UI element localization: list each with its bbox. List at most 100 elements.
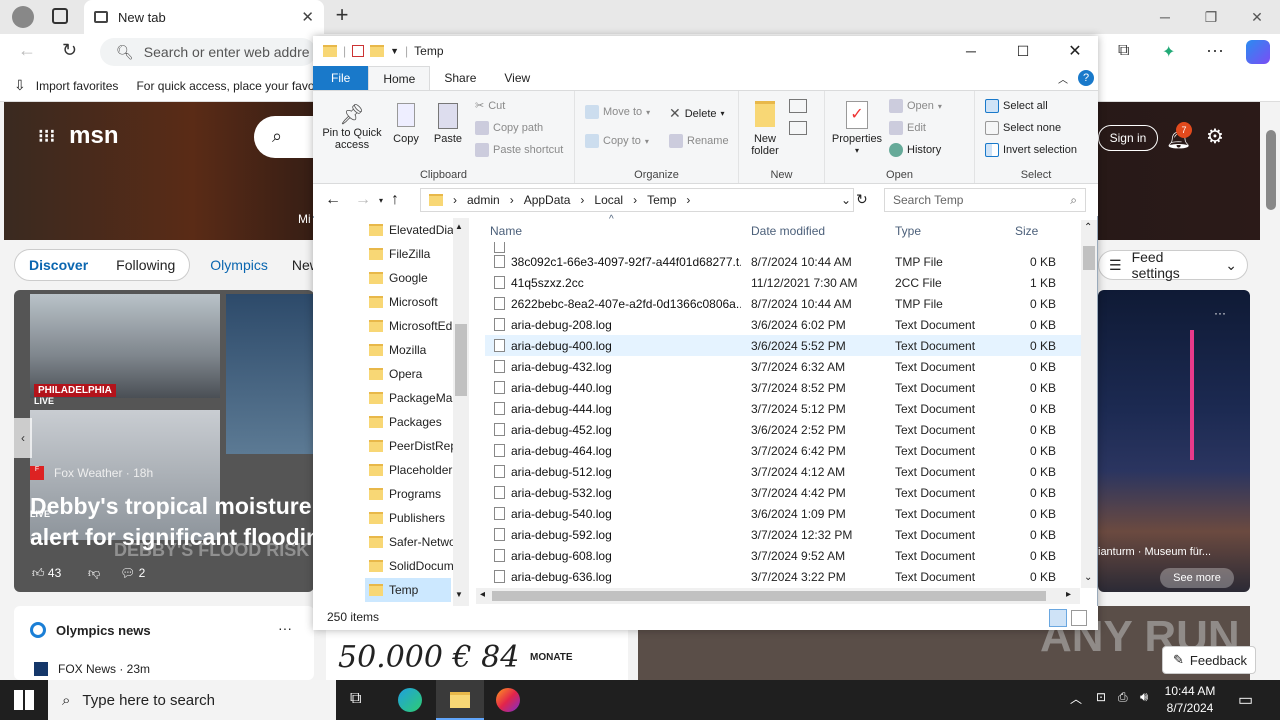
task-view-icon[interactable]: ⧉ xyxy=(350,690,361,708)
table-row[interactable]: aria-debug-452.log 3/6/2024 2:52 PM Text D… xyxy=(485,419,1081,440)
details-view-icon[interactable] xyxy=(1049,609,1067,627)
paste-shortcut-button[interactable]: Paste shortcut xyxy=(475,143,563,157)
profile-icon[interactable] xyxy=(12,6,34,28)
minimize-browser-button[interactable]: ─ xyxy=(1142,4,1188,30)
prev-arrow-icon[interactable]: ‹ xyxy=(14,418,32,458)
scroll-left-icon[interactable]: ◂ xyxy=(480,589,485,600)
column-date-modified[interactable]: Date modified xyxy=(751,224,825,238)
table-row[interactable]: aria-debug-532.log 3/7/2024 4:42 PM Text D… xyxy=(485,482,1081,503)
move-to-button[interactable]: Move to ▾ xyxy=(585,105,650,119)
tree-item[interactable]: Mozilla xyxy=(369,338,455,362)
large-icons-view-icon[interactable] xyxy=(1071,610,1087,626)
table-row[interactable]: 41q5szxz.2cc 11/12/2021 7:30 AM 2CC File 1 … xyxy=(485,272,1081,293)
history-button[interactable]: History xyxy=(889,143,941,157)
import-favorites-link[interactable]: Import favorites xyxy=(36,79,119,93)
scroll-right-icon[interactable]: ▸ xyxy=(1066,589,1071,600)
notifications-icon[interactable]: ▭ xyxy=(1238,690,1253,710)
taskbar-search[interactable]: ⌕ Type here to search xyxy=(48,680,336,720)
tree-item[interactable]: Google xyxy=(369,266,455,290)
table-row[interactable]: aria-debug-464.log 3/7/2024 6:42 PM Text D… xyxy=(485,440,1081,461)
table-row[interactable]: aria-debug-540.log 3/6/2024 1:09 PM Text D… xyxy=(485,503,1081,524)
dislike-icon[interactable]: 👎︎ xyxy=(88,566,100,581)
apps-grid-icon[interactable]: ⁝⁝⁝ xyxy=(38,126,55,147)
new-item-icon[interactable] xyxy=(789,99,807,113)
horizontal-scroll-thumb[interactable] xyxy=(492,591,1046,601)
tab-discover[interactable]: Discover xyxy=(29,257,88,273)
address-input[interactable]: Search or enter web addre xyxy=(144,44,310,60)
column-name[interactable]: Name xyxy=(490,224,522,238)
signin-button[interactable]: Sign in xyxy=(1098,125,1158,151)
maximize-button[interactable]: ☐ xyxy=(1000,43,1046,60)
up-arrow-icon[interactable]: ↑ xyxy=(391,191,399,209)
tab-following[interactable]: Following xyxy=(116,257,175,273)
restore-browser-button[interactable]: ❐ xyxy=(1188,4,1234,30)
address-dropdown-icon[interactable]: ⌄ xyxy=(841,193,851,207)
table-row[interactable]: aria-debug-608.log 3/7/2024 9:52 AM Text D… xyxy=(485,545,1081,566)
breadcrumb-local[interactable]: Local xyxy=(594,193,623,207)
tab-olympics[interactable]: Olympics xyxy=(210,257,268,273)
close-browser-button[interactable]: ✕ xyxy=(1234,4,1280,30)
new-tab-button[interactable]: + xyxy=(330,4,354,28)
horizontal-scrollbar[interactable]: ◂ ▸ xyxy=(476,588,1080,604)
properties-button[interactable]: ✓ Properties ▾ xyxy=(829,101,885,157)
extensions-icon[interactable]: ✦ xyxy=(1162,42,1175,62)
tab-share[interactable]: Share xyxy=(430,66,490,90)
table-row[interactable]: 38c092c1-66e3-4097-92f7-a44f01d68277.t..… xyxy=(485,251,1081,272)
tree-item[interactable]: PackageMa xyxy=(369,386,455,410)
comment-button[interactable]: 💬︎ 2 xyxy=(120,566,145,580)
close-button[interactable]: ✕ xyxy=(1052,41,1098,61)
news-card-debby[interactable]: PHILADELPHIA LIVE F Fox Weather · 18h De… xyxy=(14,290,314,592)
tree-scroll-thumb[interactable] xyxy=(455,324,467,396)
address-path-bar[interactable]: › admin › AppData › Local › Temp › ⌄ xyxy=(420,188,854,212)
page-scrollbar[interactable] xyxy=(1262,102,1280,680)
table-row[interactable]: aria-debug-440.log 3/7/2024 8:52 PM Text D… xyxy=(485,377,1081,398)
tab-actions-icon[interactable] xyxy=(52,8,68,24)
scroll-down-icon[interactable]: ⌄ xyxy=(1084,572,1092,583)
table-row[interactable]: 2622bebc-8ea2-407e-a2fd-0d1366c0806a....… xyxy=(485,293,1081,314)
breadcrumb-admin[interactable]: admin xyxy=(467,193,500,207)
scroll-up-icon[interactable]: ⌃ xyxy=(1084,222,1092,233)
network-icon[interactable]: ⊡ xyxy=(1096,690,1106,704)
table-row[interactable]: aria-debug-592.log 3/7/2024 12:32 PM Text … xyxy=(485,524,1081,545)
minimize-button[interactable]: ─ xyxy=(948,43,994,59)
back-icon[interactable]: ← xyxy=(18,40,36,61)
forward-arrow-icon[interactable]: → xyxy=(355,191,371,209)
address-bar[interactable]: 🔍︎ Search or enter web addre xyxy=(100,38,316,66)
msn-logo[interactable]: ⁝⁝⁝ msn xyxy=(38,122,119,150)
tree-item[interactable]: Opera xyxy=(369,362,455,386)
select-none-button[interactable]: Select none xyxy=(985,121,1061,135)
new-folder-button[interactable]: New folder xyxy=(745,101,785,157)
more-options-icon[interactable]: ··· xyxy=(1214,306,1226,320)
paste-button[interactable]: Paste xyxy=(431,103,465,145)
table-row[interactable]: aria-debug-400.log 3/6/2024 5:52 PM Text D… xyxy=(485,335,1081,356)
copy-path-button[interactable]: Copy path xyxy=(475,121,543,135)
search-temp-input[interactable]: Search Temp ⌕ xyxy=(884,188,1086,212)
volume-icon[interactable]: 🔊︎ xyxy=(1140,689,1148,705)
select-all-button[interactable]: Select all xyxy=(985,99,1048,113)
device-icon[interactable]: ⎙ xyxy=(1118,690,1128,705)
back-arrow-icon[interactable]: ← xyxy=(325,191,341,209)
firefox-icon[interactable] xyxy=(496,688,520,712)
feedback-button[interactable]: ✎ Feedback xyxy=(1162,646,1256,674)
recent-locations-icon[interactable]: ▾ xyxy=(379,196,383,205)
column-size[interactable]: Size xyxy=(1015,224,1038,238)
tree-item[interactable]: Safer-Netwo xyxy=(369,530,455,554)
tree-item[interactable]: Packages xyxy=(369,410,455,434)
copy-button[interactable]: Copy xyxy=(389,103,423,145)
tree-item[interactable]: Publishers xyxy=(369,506,455,530)
table-row[interactable]: aria-debug-512.log 3/7/2024 4:12 AM Text D… xyxy=(485,461,1081,482)
clock[interactable]: 10:44 AM 8/7/2024 xyxy=(1160,683,1220,717)
tree-item[interactable]: MicrosoftEd xyxy=(369,314,455,338)
settings-icon[interactable]: ⚙ xyxy=(1206,124,1224,149)
tree-item[interactable]: FileZilla xyxy=(369,242,455,266)
collapse-ribbon-icon[interactable]: ︿ xyxy=(1058,71,1078,86)
rename-button[interactable]: Rename xyxy=(669,134,729,148)
edge-icon[interactable] xyxy=(398,688,422,712)
open-button[interactable]: Open ▾ xyxy=(889,99,942,113)
image-card-tower[interactable]: ··· ianturm · Museum für... See more xyxy=(1098,290,1250,592)
windows-start-icon[interactable] xyxy=(14,690,34,710)
tab-file[interactable]: File xyxy=(313,66,369,90)
see-more-button[interactable]: See more xyxy=(1160,568,1234,588)
more-menu-icon[interactable]: ··· xyxy=(1206,40,1224,61)
breadcrumb-temp[interactable]: Temp xyxy=(647,193,676,207)
